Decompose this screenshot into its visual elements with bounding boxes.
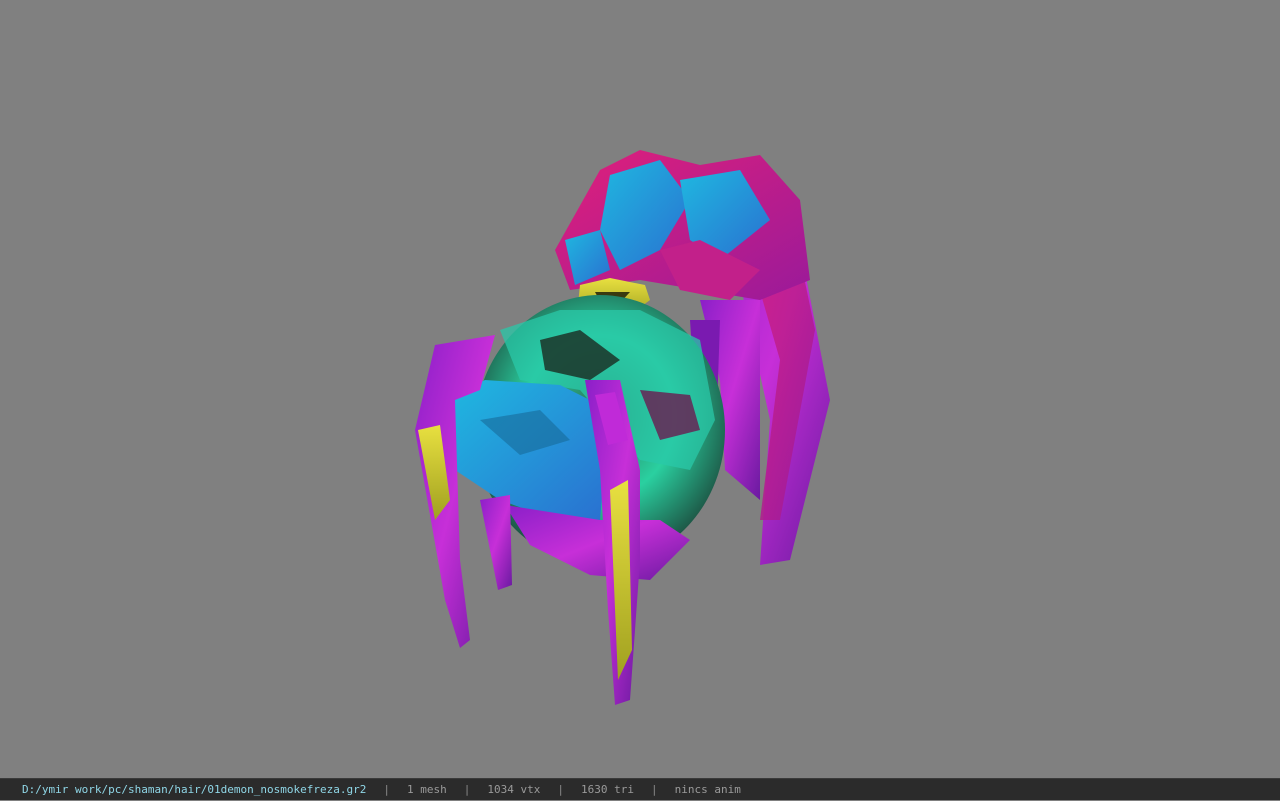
mesh-count-label: 1 mesh <box>407 782 447 796</box>
vertex-count-label: 1034 vtx <box>487 782 541 796</box>
file-path-label: D:/ymir work/pc/shaman/hair/01demon_nosm… <box>22 782 367 796</box>
triangle-count-label: 1630 tri <box>580 782 634 796</box>
status-separator: | <box>557 782 564 796</box>
model-viewport[interactable] <box>0 0 1280 778</box>
status-separator: | <box>463 782 471 796</box>
animation-status-label: nincs anim <box>674 782 741 796</box>
spider-model-icon <box>415 150 830 705</box>
status-separator: | <box>383 782 390 796</box>
status-separator: | <box>650 782 658 796</box>
status-bar: D:/ymir work/pc/shaman/hair/01demon_nosm… <box>0 778 1280 800</box>
